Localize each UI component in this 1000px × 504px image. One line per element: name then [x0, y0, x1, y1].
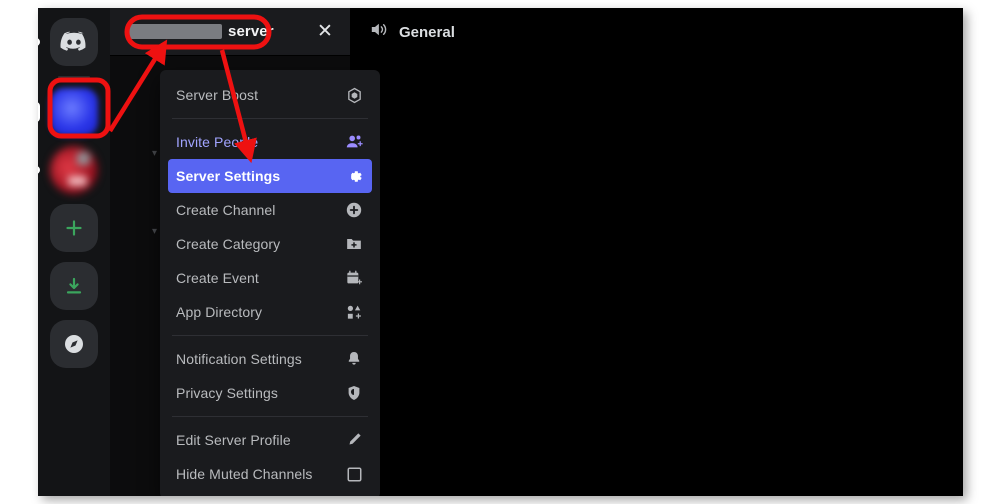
checkbox-empty-icon[interactable] [344, 464, 364, 484]
menu-item-create-category[interactable]: Create Category [168, 227, 372, 261]
server-rail-item-add-server[interactable] [50, 204, 98, 252]
server-rail-item-discord-home[interactable] [38, 18, 98, 66]
channel-header: General [350, 8, 963, 56]
bell-icon [344, 349, 364, 369]
rail-indicator-pill-active [38, 102, 40, 122]
voice-speaker-icon [368, 19, 389, 45]
server-rail-item-server-red-redacted[interactable] [50, 146, 98, 194]
server-name-text: server [228, 23, 274, 40]
menu-separator [172, 118, 368, 119]
menu-item-label: Hide Muted Channels [176, 466, 313, 482]
category-chevron-icon[interactable]: ▾ [152, 226, 157, 237]
close-icon[interactable]: ✕ [314, 22, 336, 41]
server-rail-item-download-apps[interactable] [50, 262, 98, 310]
folder-plus-icon [344, 234, 364, 254]
server-name-group[interactable]: server [126, 23, 274, 40]
server-header-bar[interactable]: server ✕ [110, 8, 350, 56]
menu-item-hide-muted-channels[interactable]: Hide Muted Channels [168, 457, 372, 491]
menu-item-label: Invite People [176, 134, 259, 150]
blur-artifact [77, 152, 90, 165]
menu-item-label: Notification Settings [176, 351, 302, 367]
rail-indicator-pill-unread [38, 166, 40, 174]
menu-item-label: Edit Server Profile [176, 432, 291, 448]
blur-artifact [68, 176, 87, 186]
shield-icon [344, 383, 364, 403]
server-rail-item-blue-container[interactable] [38, 88, 98, 136]
download-icon [66, 277, 82, 294]
category-chevron-icon[interactable]: ▾ [152, 148, 157, 159]
menu-item-label: Create Category [176, 236, 281, 252]
screenshot-page: server ✕ ▾ ▾ Server Boost Invite People [0, 0, 1000, 504]
person-add-icon [344, 132, 364, 152]
menu-item-edit-server-profile[interactable]: Edit Server Profile [168, 423, 372, 457]
server-rail-item-red-container[interactable] [38, 146, 98, 194]
menu-item-invite-people[interactable]: Invite People [168, 125, 372, 159]
boost-gem-icon [344, 85, 364, 105]
menu-item-server-settings[interactable]: Server Settings [168, 159, 372, 193]
discord-logo-icon [60, 31, 86, 51]
menu-item-label: Privacy Settings [176, 385, 278, 401]
discord-app-window: server ✕ ▾ ▾ Server Boost Invite People [38, 8, 963, 496]
app-grid-icon [344, 302, 364, 322]
menu-separator [172, 335, 368, 336]
menu-item-label: Server Settings [176, 168, 281, 184]
channel-header-name: General [399, 23, 455, 41]
menu-item-server-boost[interactable]: Server Boost [168, 78, 372, 112]
menu-item-label: Server Boost [176, 87, 259, 103]
server-rail-item-explore-servers[interactable] [50, 320, 98, 368]
calendar-plus-icon [344, 268, 364, 288]
menu-item-label: App Directory [176, 304, 263, 320]
menu-item-notification-settings[interactable]: Notification Settings [168, 342, 372, 376]
server-rail-item-server-blue-redacted[interactable] [50, 88, 98, 136]
plus-icon [66, 220, 82, 236]
menu-item-create-event[interactable]: Create Event [168, 261, 372, 295]
rail-separator [58, 76, 90, 78]
menu-item-privacy-settings[interactable]: Privacy Settings [168, 376, 372, 410]
server-name-redaction-block [126, 24, 222, 39]
menu-item-label: Create Event [176, 270, 259, 286]
server-dropdown-menu[interactable]: Server Boost Invite People Server Settin… [160, 70, 380, 496]
gear-icon [344, 166, 364, 186]
plus-circle-icon [344, 200, 364, 220]
pencil-icon [344, 430, 364, 450]
menu-item-create-channel[interactable]: Create Channel [168, 193, 372, 227]
main-content-area: General [350, 8, 963, 496]
rail-indicator-pill [38, 38, 40, 46]
server-rail [38, 8, 110, 496]
menu-item-label: Create Channel [176, 202, 276, 218]
menu-separator [172, 416, 368, 417]
compass-icon [65, 335, 83, 353]
menu-item-app-directory[interactable]: App Directory [168, 295, 372, 329]
